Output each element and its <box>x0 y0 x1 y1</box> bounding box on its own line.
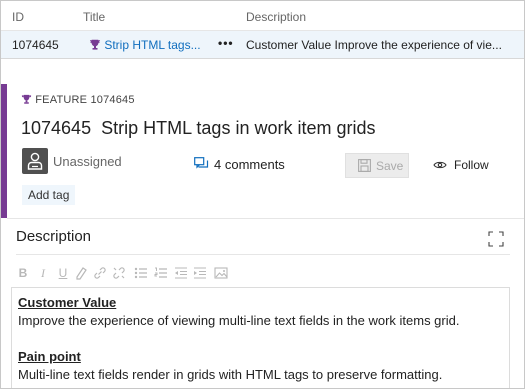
unlink-icon[interactable] <box>112 265 126 281</box>
trophy-icon <box>90 39 100 50</box>
work-item-type-label: FEATURE 1074645 <box>35 94 135 106</box>
description-editor[interactable]: Customer Value Improve the experience of… <box>11 287 510 388</box>
image-icon[interactable] <box>214 265 228 281</box>
grid-header-description[interactable]: Description <box>246 10 306 24</box>
indent-icon[interactable] <box>193 265 207 281</box>
link-icon[interactable] <box>93 265 107 281</box>
assignee-field[interactable]: Unassigned <box>53 154 122 169</box>
save-button[interactable]: Save <box>345 153 409 178</box>
divider <box>7 218 524 219</box>
work-item-type: FEATURE 1074645 <box>21 94 135 106</box>
grid-header-title[interactable]: Title <box>83 10 105 24</box>
bullet-list-icon[interactable] <box>134 265 148 281</box>
content-heading-customer-value: Customer Value <box>18 295 117 310</box>
content-heading-pain-point: Pain point <box>18 349 81 364</box>
content-paragraph: Multi-line text fields render in grids w… <box>18 367 443 382</box>
divider <box>16 254 510 255</box>
italic-icon[interactable]: I <box>36 265 50 281</box>
add-tag-button[interactable]: Add tag <box>22 185 76 205</box>
underline-icon[interactable]: U <box>56 265 70 281</box>
numbered-list-icon[interactable] <box>154 265 168 281</box>
work-item-id: 1074645 <box>21 118 92 138</box>
row-description: Customer Value Improve the experience of… <box>246 38 502 52</box>
save-icon <box>358 159 371 172</box>
content-paragraph: Improve the experience of viewing multi-… <box>18 313 460 328</box>
comments-icon <box>194 157 209 169</box>
work-item-type-accent <box>1 84 7 218</box>
description-heading: Description <box>16 228 92 245</box>
row-id: 1074645 <box>12 38 59 52</box>
more-actions-icon[interactable]: ••• <box>218 36 234 50</box>
row-title-link[interactable]: Strip HTML tags... <box>104 38 200 52</box>
save-button-label: Save <box>376 159 404 173</box>
trophy-icon <box>21 94 32 104</box>
comments-link[interactable]: 4 comments <box>214 157 285 172</box>
avatar[interactable] <box>22 148 48 174</box>
row-title-cell: Strip HTML tags... <box>89 38 201 52</box>
grid-header-id[interactable]: ID <box>12 10 24 24</box>
work-item-form: FEATURE 1074645 1074645 Strip HTML tags i… <box>1 84 524 388</box>
outdent-icon[interactable] <box>174 265 188 281</box>
bold-icon[interactable]: B <box>16 265 30 281</box>
expand-icon[interactable] <box>488 231 504 247</box>
grid-header: ID Title Description <box>1 1 524 31</box>
user-icon <box>27 152 43 170</box>
highlight-icon[interactable] <box>74 265 88 281</box>
eye-icon <box>433 161 447 169</box>
work-item-title[interactable]: 1074645 Strip HTML tags in work item grid… <box>21 118 375 139</box>
work-item-window: ID Title Description 1074645 Strip HTML … <box>0 0 525 389</box>
follow-button[interactable]: Follow <box>454 158 489 172</box>
table-row[interactable]: 1074645 Strip HTML tags... ••• Customer … <box>1 31 524 59</box>
work-item-title-text[interactable]: Strip HTML tags in work item grids <box>101 118 375 138</box>
